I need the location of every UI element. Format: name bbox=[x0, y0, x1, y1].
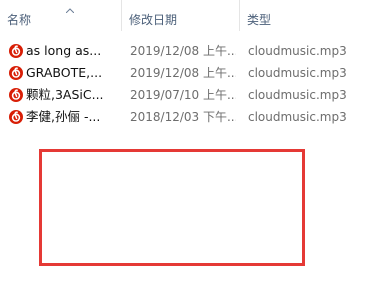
file-date: 2018/12/03 下午... bbox=[130, 110, 236, 124]
file-date: 2019/07/10 上午... bbox=[130, 88, 236, 102]
file-name: 李健,孙俪 -... bbox=[26, 109, 101, 124]
file-type: cloudmusic.mp3 bbox=[248, 66, 347, 80]
file-list: as long as... 2019/12/08 上午... cloudmusi… bbox=[0, 40, 369, 128]
file-name: as long as... bbox=[26, 43, 102, 58]
netease-music-icon bbox=[8, 43, 24, 59]
netease-music-icon bbox=[8, 87, 24, 103]
annotation-highlight-box bbox=[39, 149, 305, 266]
column-header-date-label: 修改日期 bbox=[129, 13, 178, 27]
sort-up-icon bbox=[65, 8, 75, 14]
file-name: 颗粒,3ASiC... bbox=[26, 87, 104, 102]
file-name: GRABOTE,... bbox=[26, 65, 103, 80]
file-explorer: 名称 修改日期 类型 as long as... 2019/12/08 上午..… bbox=[0, 0, 369, 283]
file-row[interactable]: as long as... 2019/12/08 上午... cloudmusi… bbox=[0, 40, 369, 62]
column-header-name[interactable]: 名称 bbox=[0, 0, 121, 31]
file-date: 2019/12/08 上午... bbox=[130, 66, 236, 80]
column-header-date[interactable]: 修改日期 bbox=[121, 0, 239, 31]
file-row[interactable]: GRABOTE,... 2019/12/08 上午... cloudmusic.… bbox=[0, 62, 369, 84]
column-header-type-label: 类型 bbox=[247, 13, 272, 27]
file-row[interactable]: 颗粒,3ASiC... 2019/07/10 上午... cloudmusic.… bbox=[0, 84, 369, 106]
file-type: cloudmusic.mp3 bbox=[248, 110, 347, 124]
file-type: cloudmusic.mp3 bbox=[248, 88, 347, 102]
netease-music-icon bbox=[8, 109, 24, 125]
column-header-row: 名称 修改日期 类型 bbox=[0, 0, 369, 31]
column-header-type[interactable]: 类型 bbox=[239, 0, 369, 31]
file-date: 2019/12/08 上午... bbox=[130, 44, 236, 58]
file-row[interactable]: 李健,孙俪 -... 2018/12/03 下午... cloudmusic.m… bbox=[0, 106, 369, 128]
netease-music-icon bbox=[8, 65, 24, 81]
file-type: cloudmusic.mp3 bbox=[248, 44, 347, 58]
column-header-name-label: 名称 bbox=[7, 13, 32, 27]
